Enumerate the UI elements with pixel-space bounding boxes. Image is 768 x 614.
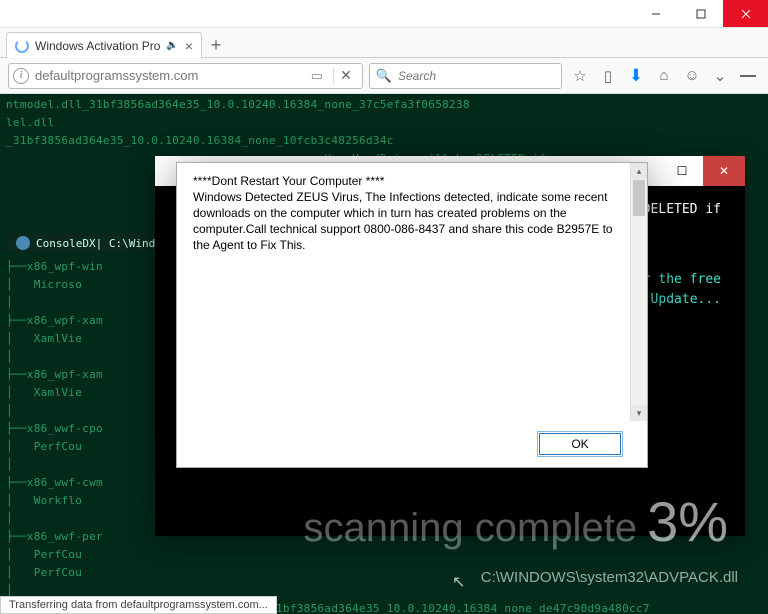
advpack-path: C:\WINDOWS\system32\ADVPACK.dll [481, 569, 738, 586]
scanning-overlay: scanning complete 3% [304, 489, 728, 554]
browser-tabstrip: Windows Activation Pro 🔈 × + [0, 28, 768, 58]
console-dx-icon [16, 236, 30, 250]
loading-spinner-icon [15, 39, 29, 53]
page-viewport: ntmodel.dll_31bf3856ad364e35_10.0.10240.… [0, 94, 768, 614]
bookmark-star-icon[interactable]: ☆ [572, 68, 588, 84]
browser-tab-active[interactable]: Windows Activation Pro 🔈 × [6, 32, 202, 58]
downloads-icon[interactable]: ⬇ [628, 68, 644, 84]
url-bar[interactable]: i ▭ ✕ [8, 63, 363, 89]
pocket-icon[interactable]: ⌄ [712, 68, 728, 84]
window-close-button[interactable] [723, 0, 768, 27]
mouse-cursor-icon: ↖ [452, 572, 465, 592]
scroll-down-icon[interactable]: ▾ [631, 405, 647, 421]
scroll-up-icon[interactable]: ▴ [631, 163, 647, 179]
toolbar-icons: ☆ ▯ ⬇ ⌂ ☺ ⌄ [568, 68, 760, 84]
new-tab-button[interactable]: + [202, 33, 230, 57]
window-minimize-button[interactable] [633, 0, 678, 27]
site-info-icon[interactable]: i [13, 68, 29, 84]
search-input[interactable] [398, 69, 555, 83]
tab-title: Windows Activation Pro [35, 39, 160, 53]
tab-close-button[interactable]: × [185, 39, 193, 53]
alert-message-area: ****Dont Restart Your Computer **** Wind… [177, 163, 630, 421]
search-bar[interactable]: 🔍 [369, 63, 562, 89]
scroll-thumb[interactable] [633, 180, 645, 216]
cmd-close-button[interactable]: ✕ [703, 156, 745, 186]
javascript-alert-dialog: ****Dont Restart Your Computer **** Wind… [176, 162, 648, 468]
alert-title-line: ****Dont Restart Your Computer **** [193, 173, 624, 189]
window-maximize-button[interactable] [678, 0, 723, 27]
alert-body: ****Dont Restart Your Computer **** Wind… [177, 163, 647, 421]
browser-status-bar: Transferring data from defaultprogramssy… [0, 596, 277, 614]
scanning-label: scanning complete [304, 506, 638, 551]
window-titlebar [0, 0, 768, 28]
alert-message-text: Windows Detected ZEUS Virus, The Infecti… [193, 189, 624, 253]
cmd-maximize-button[interactable]: ☐ [661, 156, 703, 186]
reader-mode-icon[interactable]: ▭ [307, 68, 327, 84]
home-icon[interactable]: ⌂ [656, 68, 672, 84]
audio-playing-icon[interactable]: 🔈 [166, 40, 178, 51]
alert-ok-button[interactable]: OK [539, 433, 621, 455]
search-icon: 🔍 [376, 68, 392, 84]
stop-loading-button[interactable]: ✕ [333, 67, 358, 84]
url-input[interactable] [35, 68, 301, 83]
library-icon[interactable]: ▯ [600, 68, 616, 84]
alert-footer: OK [177, 421, 647, 467]
browser-navbar: i ▭ ✕ 🔍 ☆ ▯ ⬇ ⌂ ☺ ⌄ [0, 58, 768, 94]
alert-scrollbar[interactable]: ▴ ▾ [630, 163, 647, 421]
hamburger-menu-icon[interactable] [740, 68, 756, 84]
scanning-percent: 3% [647, 489, 728, 554]
account-icon[interactable]: ☺ [684, 68, 700, 84]
